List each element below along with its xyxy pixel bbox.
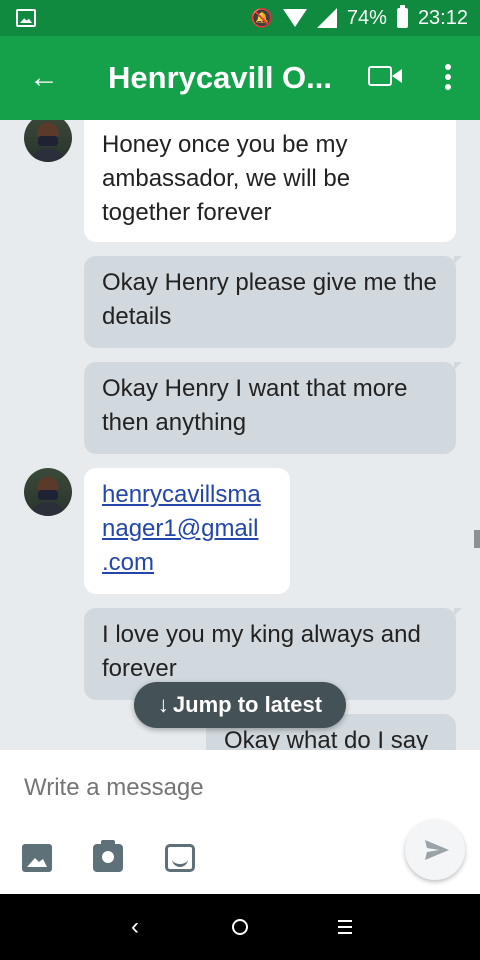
- clock: 23:12: [417, 6, 468, 29]
- wifi-icon: [282, 9, 307, 27]
- contact-avatar[interactable]: [24, 120, 72, 162]
- email-link-line: .com: [102, 549, 155, 576]
- contact-avatar[interactable]: [24, 468, 72, 516]
- message-text: Okay Henry please give me the details: [102, 269, 437, 330]
- message-text: Okay what do I say: [224, 727, 429, 750]
- status-icons: 🔕 74% 23:12: [250, 0, 468, 36]
- back-arrow-icon[interactable]: ←: [26, 60, 62, 96]
- camera-icon[interactable]: [93, 840, 123, 872]
- video-call-icon[interactable]: [368, 66, 402, 86]
- jump-to-latest-button[interactable]: ↓ Jump to latest: [134, 682, 346, 728]
- more-options-icon[interactable]: [438, 64, 458, 94]
- sticker-icon[interactable]: [165, 844, 195, 872]
- battery-percent: 74%: [346, 6, 387, 29]
- message-text: I love you my king always and forever: [102, 621, 421, 682]
- battery-icon: [396, 5, 408, 28]
- email-link-line: henrycavillsma: [102, 481, 261, 508]
- message-composer: [0, 750, 480, 894]
- signal-icon: [316, 8, 337, 28]
- scrollbar-thumb[interactable]: [474, 530, 480, 548]
- app-bar: ← Henrycavill O...: [0, 36, 480, 120]
- message-text: Okay Henry I want that more then anythin…: [102, 375, 408, 436]
- email-link[interactable]: henrycavillsma nager1@gmail .com: [102, 481, 261, 576]
- arrow-down-icon: ↓: [157, 692, 169, 717]
- message-text: Honey once you be my ambassador, we will…: [102, 131, 351, 226]
- message-bubble-outgoing[interactable]: Okay Henry I want that more then anythin…: [84, 362, 462, 454]
- nav-back-icon[interactable]: ‹: [120, 912, 150, 942]
- nav-recents-icon[interactable]: [330, 912, 360, 942]
- jump-to-latest-label: Jump to latest: [172, 692, 323, 717]
- email-link-line: nager1@gmail: [102, 515, 259, 542]
- message-input[interactable]: [24, 770, 384, 806]
- message-bubble-incoming[interactable]: Honey once you be my ambassador, we will…: [84, 120, 456, 242]
- conversation-title[interactable]: Henrycavill O...: [108, 58, 348, 98]
- image-notification-icon: [16, 9, 36, 27]
- message-bubble-outgoing[interactable]: Okay Henry please give me the details: [84, 256, 462, 348]
- nav-home-icon[interactable]: [225, 912, 255, 942]
- bell-off-icon: 🔕: [250, 7, 273, 28]
- message-list[interactable]: Honey once you be my ambassador, we will…: [0, 120, 480, 750]
- system-navigation-bar: ‹: [0, 894, 480, 960]
- status-bar: 🔕 74% 23:12: [0, 0, 480, 36]
- send-button[interactable]: [405, 820, 465, 880]
- gallery-icon[interactable]: [22, 844, 52, 872]
- message-bubble-incoming[interactable]: henrycavillsma nager1@gmail .com: [84, 468, 290, 594]
